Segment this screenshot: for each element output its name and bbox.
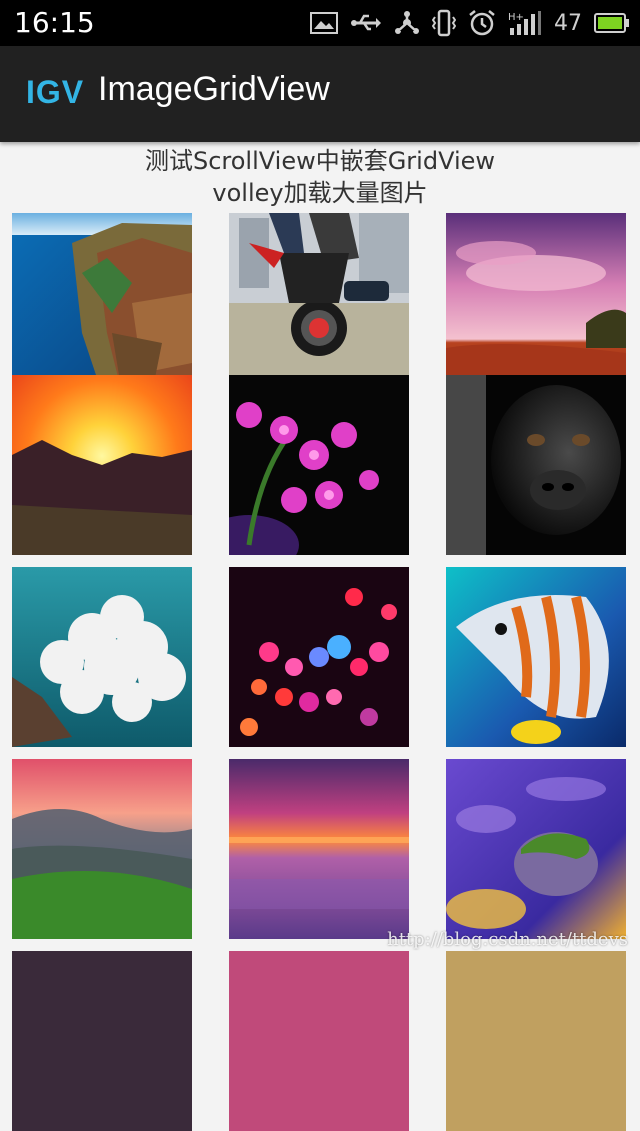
bokeh-lights-image (229, 567, 409, 747)
status-time: 16:15 (14, 6, 95, 39)
usb-icon (350, 13, 382, 33)
usb-tether-icon (394, 11, 420, 35)
signal-hplus-icon: H+ (508, 10, 542, 36)
svg-text:H+: H+ (508, 12, 524, 23)
battery-icon (594, 12, 630, 34)
header-line-2: volley加载大量图片 (212, 179, 428, 207)
grid-item-row5-3[interactable] (446, 951, 626, 1131)
image-icon (310, 12, 338, 34)
desert-sunset-clouds-image (446, 213, 626, 393)
status-bar: 16:15 H+ 47 (0, 0, 640, 46)
grid-item-row5-1[interactable] (12, 951, 192, 1131)
grid-item-desert-sunset-clouds[interactable] (446, 213, 626, 393)
mossy-rock-water-image (446, 759, 626, 939)
watermark: http://blog.csdn.net/ttdevs (387, 929, 628, 950)
header-text: 测试ScrollView中嵌套GridView volley加载大量图片 (0, 145, 640, 209)
grid-item-motorcycle-stunt[interactable] (229, 213, 409, 393)
motorcycle-stunt-image (229, 213, 409, 393)
row5-1-image (12, 951, 192, 1131)
butterflyfish-image (446, 567, 626, 747)
grid-item-coastline-cliffs[interactable] (12, 213, 192, 393)
pink-orchids-image (229, 375, 409, 555)
grid-item-bokeh-lights[interactable] (229, 567, 409, 747)
mountain-sunset-image (12, 375, 192, 555)
ocean-clouds-image (12, 567, 192, 747)
grid-item-pink-orchids[interactable] (229, 375, 409, 555)
grid-item-mossy-rock-water[interactable] (446, 759, 626, 939)
grid-item-mountain-sunset[interactable] (12, 375, 192, 555)
header-line-1: 测试ScrollView中嵌套GridView (144, 147, 496, 175)
grid-item-purple-sea-sunset[interactable] (229, 759, 409, 939)
coastline-cliffs-image (12, 213, 192, 393)
grid-item-butterflyfish[interactable] (446, 567, 626, 747)
misty-hills-sunset-image (12, 759, 192, 939)
action-bar: IGV ImageGridView (0, 46, 640, 142)
app-title: ImageGridView (98, 70, 330, 108)
alarm-icon (468, 9, 496, 37)
grid-item-row5-2[interactable] (229, 951, 409, 1131)
grid-item-gorilla-portrait[interactable] (446, 375, 626, 555)
app-logo[interactable]: IGV (26, 74, 84, 111)
battery-level: 47 (554, 10, 582, 36)
purple-sea-sunset-image (229, 759, 409, 939)
image-grid[interactable] (12, 213, 626, 1131)
status-icons: H+ 47 (310, 6, 630, 40)
grid-item-ocean-clouds[interactable] (12, 567, 192, 747)
row5-2-image (229, 951, 409, 1131)
row5-3-image (446, 951, 626, 1131)
vibrate-icon (432, 9, 456, 37)
gorilla-portrait-image (446, 375, 626, 555)
grid-item-misty-hills-sunset[interactable] (12, 759, 192, 939)
